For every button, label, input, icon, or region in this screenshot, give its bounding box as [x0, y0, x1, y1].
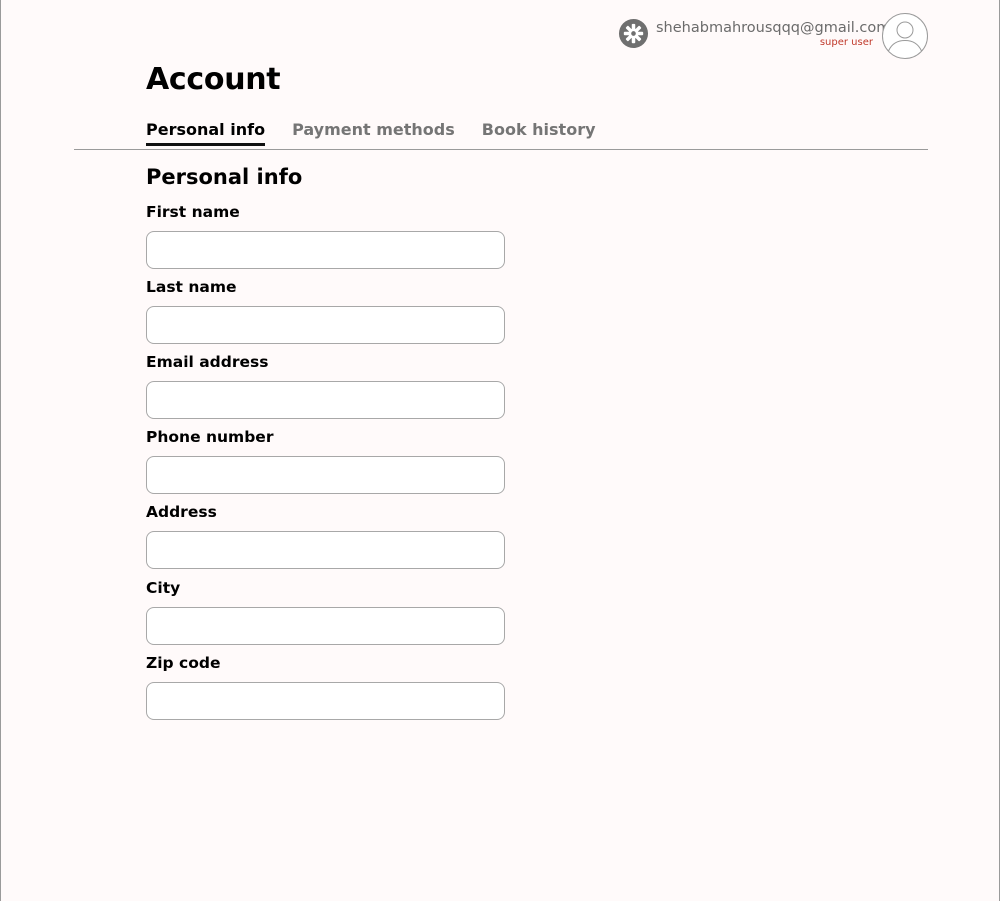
phone-label: Phone number: [146, 428, 274, 446]
last-name-group: Last name: [146, 277, 505, 344]
tab-payment-methods[interactable]: Payment methods: [292, 120, 455, 146]
account-tabs: Personal info Payment methods Book histo…: [146, 120, 623, 146]
email-label: Email address: [146, 353, 269, 371]
address-label: Address: [146, 503, 217, 521]
phone-field[interactable]: [146, 456, 505, 494]
first-name-group: First name: [146, 202, 505, 269]
tabs-divider: [74, 149, 928, 150]
city-label: City: [146, 579, 181, 597]
tab-personal-info[interactable]: Personal info: [146, 120, 266, 146]
email-group: Email address: [146, 352, 505, 419]
gear-icon[interactable]: [618, 18, 649, 49]
last-name-label: Last name: [146, 278, 237, 296]
user-avatar-icon[interactable]: [882, 13, 928, 59]
zip-group: Zip code: [146, 653, 505, 720]
city-group: City: [146, 578, 505, 645]
city-field[interactable]: [146, 607, 505, 645]
user-role: super user: [819, 37, 873, 48]
address-group: Address: [146, 502, 505, 569]
first-name-field[interactable]: [146, 231, 505, 269]
first-name-label: First name: [146, 203, 240, 221]
section-title: Personal info: [146, 165, 303, 189]
tab-book-history[interactable]: Book history: [482, 120, 596, 146]
email-field[interactable]: [146, 381, 505, 419]
page-title: Account: [146, 62, 281, 97]
zip-field[interactable]: [146, 682, 505, 720]
user-info: shehabmahrousqqq@gmail.com super user: [656, 19, 891, 49]
user-email: shehabmahrousqqq@gmail.com: [656, 20, 891, 36]
zip-label: Zip code: [146, 654, 221, 672]
phone-group: Phone number: [146, 427, 505, 494]
last-name-field[interactable]: [146, 306, 505, 344]
address-field[interactable]: [146, 531, 505, 569]
